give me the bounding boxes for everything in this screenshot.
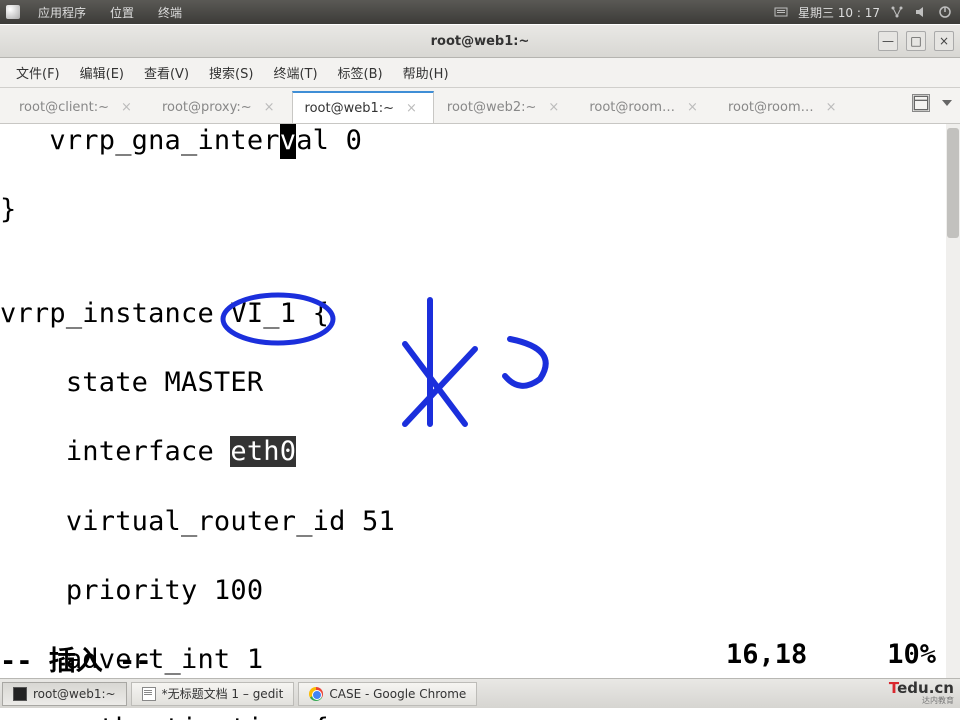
tab-room1[interactable]: root@room… × [576,91,715,123]
system-menu-left: 应用程序 位置 终端 [0,4,194,21]
menu-tabs[interactable]: 标签(B) [328,59,393,86]
maximize-button[interactable]: □ [906,31,926,51]
tab-label: root@client:~ [19,100,109,115]
window-title: root@web1:~ [431,34,530,49]
tab-menu-dropdown-icon[interactable] [942,100,952,106]
tab-proxy[interactable]: root@proxy:~ × [149,91,292,123]
close-icon[interactable]: × [121,100,132,115]
menu-terminal[interactable]: 终端(T) [263,59,327,86]
tab-label: root@proxy:~ [162,100,252,115]
power-icon[interactable] [938,5,952,19]
task-terminal[interactable]: root@web1:~ [2,682,127,706]
menu-bar: 文件(F) 编辑(E) 查看(V) 搜索(S) 终端(T) 标签(B) 帮助(H… [0,58,960,88]
minimize-button[interactable]: — [878,31,898,51]
task-chrome[interactable]: CASE - Google Chrome [298,682,477,706]
volume-icon[interactable] [914,5,928,19]
task-gedit[interactable]: *无标题文档 1 – gedit [131,682,295,706]
task-label: root@web1:~ [33,687,116,701]
tab-room2[interactable]: root@room… × [715,91,854,123]
tab-web1[interactable]: root@web1:~ × [292,91,434,123]
scrollbar-thumb[interactable] [947,128,959,238]
task-label: *无标题文档 1 – gedit [162,685,284,702]
terminal-content[interactable]: vrrp_gna_interval 0 } vrrp_instance VI_1… [0,124,946,678]
close-icon[interactable]: × [548,100,559,115]
close-button[interactable]: × [934,31,954,51]
tab-label: root@web1:~ [305,101,395,116]
terminal-menu[interactable]: 终端 [146,4,194,21]
tab-web2[interactable]: root@web2:~ × [434,91,576,123]
close-icon[interactable]: × [264,100,275,115]
terminal-area[interactable]: vrrp_gna_interval 0 } vrrp_instance VI_1… [0,124,960,678]
vim-cursor-pos: 16,18 [726,639,887,678]
keyboard-icon[interactable] [774,5,788,19]
new-tab-icon[interactable] [912,94,930,112]
apps-menu[interactable]: 应用程序 [26,4,98,21]
taskbar: root@web1:~ *无标题文档 1 – gedit CASE - Goog… [0,678,960,708]
menu-edit[interactable]: 编辑(E) [70,59,134,86]
menu-search[interactable]: 搜索(S) [199,59,263,86]
watermark: Tedu.cn 达内教育 [889,679,954,706]
gedit-icon [142,687,156,701]
vim-mode: -- 插入 -- [0,639,152,678]
task-label: CASE - Google Chrome [329,687,466,701]
tab-label: root@room… [589,100,675,115]
clock[interactable]: 星期三 10 : 17 [798,4,880,21]
tab-client[interactable]: root@client:~ × [6,91,149,123]
window-title-bar[interactable]: root@web1:~ — □ × [0,24,960,58]
places-menu[interactable]: 位置 [98,4,146,21]
scrollbar[interactable] [946,124,960,678]
system-top-panel: 应用程序 位置 终端 星期三 10 : 17 [0,0,960,24]
menu-file[interactable]: 文件(F) [6,59,70,86]
tab-label: root@room… [728,100,814,115]
vim-status-bar: -- 插入 -- 16,18 10% [0,639,946,678]
tab-bar: root@client:~ × root@proxy:~ × root@web1:~… [0,88,960,124]
close-icon[interactable]: × [826,100,837,115]
chrome-icon [309,687,323,701]
activities-icon[interactable] [6,5,20,19]
close-icon[interactable]: × [406,101,417,116]
menu-help[interactable]: 帮助(H) [393,59,459,86]
system-tray: 星期三 10 : 17 [774,4,960,21]
network-icon[interactable] [890,5,904,19]
menu-view[interactable]: 查看(V) [134,59,199,86]
tab-label: root@web2:~ [447,100,537,115]
vim-scroll-percent: 10% [887,639,946,678]
close-icon[interactable]: × [687,100,698,115]
terminal-icon [13,687,27,701]
